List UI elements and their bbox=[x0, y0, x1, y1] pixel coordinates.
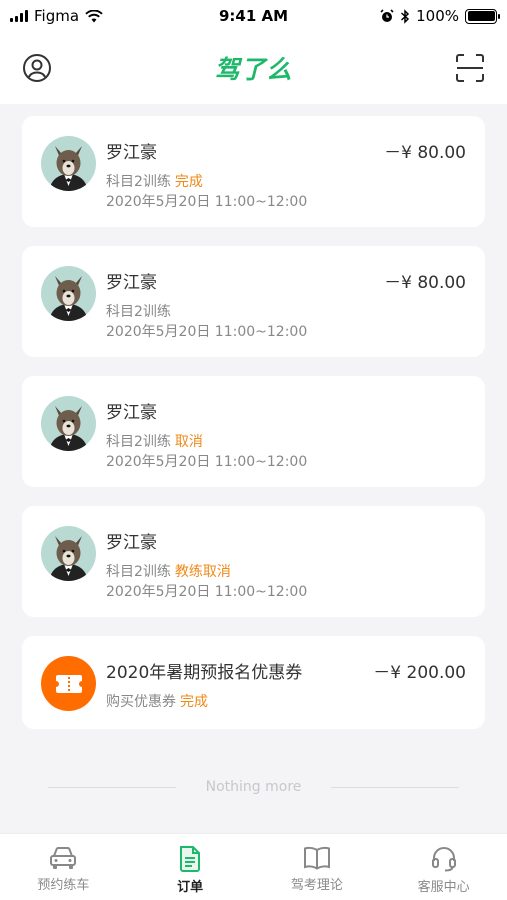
order-time: 2020年5月20日 11:00~12:00 bbox=[106, 584, 308, 600]
nothing-more-text: Nothing more bbox=[205, 779, 302, 795]
order-subject: 科目2训练 bbox=[106, 434, 171, 450]
order-subject: 科目2训练 bbox=[106, 174, 171, 190]
order-status: 取消 bbox=[174, 434, 203, 450]
status-right: 100% bbox=[380, 7, 500, 25]
wolf-avatar-icon bbox=[49, 276, 88, 321]
status-left: Figma bbox=[10, 7, 103, 25]
battery-percent: 100% bbox=[416, 7, 459, 25]
tab-label: 客服中心 bbox=[417, 880, 470, 895]
wolf-avatar-icon bbox=[49, 146, 88, 191]
battery-icon bbox=[465, 8, 500, 24]
alarm-icon bbox=[380, 9, 394, 22]
tab-label: 预约练车 bbox=[37, 878, 90, 893]
order-status: 教练取消 bbox=[174, 564, 231, 580]
avatar bbox=[41, 266, 96, 321]
order-card[interactable]: 罗江豪 －¥ 80.00 科目2训练 完成 2020年5月20日 11:00~12… bbox=[22, 116, 485, 227]
order-list: 罗江豪 －¥ 80.00 科目2训练 完成 2020年5月20日 11:00~12… bbox=[22, 116, 485, 748]
profile-button[interactable] bbox=[22, 53, 52, 83]
tab-label: 驾考理论 bbox=[290, 878, 343, 893]
wolf-avatar-icon bbox=[49, 406, 88, 451]
order-subject: 科目2训练 bbox=[106, 304, 171, 320]
coupon-status: 完成 bbox=[180, 694, 208, 710]
order-card[interactable]: 罗江豪 科目2训练 取消 2020年5月20日 11:00~12:00 bbox=[22, 376, 485, 487]
wolf-avatar-icon bbox=[49, 536, 88, 581]
order-time: 2020年5月20日 11:00~12:00 bbox=[106, 194, 308, 210]
order-subject-line: 科目2训练 取消 bbox=[106, 431, 203, 451]
coupon-subject-line: 购买优惠券 完成 bbox=[106, 691, 208, 711]
nothing-more-divider: Nothing more bbox=[48, 776, 459, 798]
coupon-amount: －¥ 200.00 bbox=[373, 663, 466, 683]
coupon-avatar bbox=[41, 656, 96, 711]
order-card[interactable]: 罗江豪 科目2训练 教练取消 2020年5月20日 11:00~12:00 bbox=[22, 506, 485, 617]
book-icon bbox=[303, 846, 330, 870]
tab-service[interactable]: 客服中心 bbox=[380, 834, 507, 900]
order-name: 罗江豪 bbox=[106, 143, 157, 163]
order-name: 罗江豪 bbox=[106, 273, 157, 293]
carrier-name: Figma bbox=[34, 7, 80, 25]
tab-bar: 预约练车 订单 驾考理论 客服中心 bbox=[0, 833, 507, 900]
tab-orders[interactable]: 订单 bbox=[127, 834, 254, 900]
avatar bbox=[41, 526, 96, 581]
avatar bbox=[41, 396, 96, 451]
order-time: 2020年5月20日 11:00~12:00 bbox=[106, 324, 308, 340]
coupon-subject: 购买优惠券 bbox=[106, 694, 176, 710]
headset-icon bbox=[431, 847, 456, 872]
order-amount: －¥ 80.00 bbox=[384, 143, 466, 163]
order-subject-line: 科目2训练 完成 bbox=[106, 171, 203, 191]
car-icon bbox=[50, 847, 77, 869]
scan-icon bbox=[456, 54, 484, 82]
document-icon bbox=[180, 846, 201, 872]
app-logo: 驾了么 bbox=[214, 55, 293, 84]
bluetooth-icon bbox=[401, 8, 410, 24]
tab-booking[interactable]: 预约练车 bbox=[0, 834, 127, 900]
tab-label: 订单 bbox=[177, 880, 204, 895]
app-header: 驾了么 bbox=[0, 32, 507, 104]
order-card[interactable]: 罗江豪 －¥ 80.00 科目2训练 2020年5月20日 11:00~12:0… bbox=[22, 246, 485, 357]
order-name: 罗江豪 bbox=[106, 403, 157, 423]
coupon-name: 2020年暑期预报名优惠券 bbox=[106, 663, 303, 683]
wifi-icon bbox=[85, 9, 103, 22]
user-icon bbox=[23, 54, 51, 82]
order-status: 完成 bbox=[174, 174, 203, 190]
coupon-card[interactable]: 2020年暑期预报名优惠券 －¥ 200.00 购买优惠券 完成 bbox=[22, 636, 485, 729]
ticket-icon bbox=[55, 674, 82, 693]
order-subject-line: 科目2训练 教练取消 bbox=[106, 561, 231, 581]
avatar bbox=[41, 136, 96, 191]
order-subject: 科目2训练 bbox=[106, 564, 171, 580]
order-name: 罗江豪 bbox=[106, 533, 157, 553]
order-time: 2020年5月20日 11:00~12:00 bbox=[106, 454, 308, 470]
order-amount: －¥ 80.00 bbox=[384, 273, 466, 293]
status-bar: Figma 9:41 AM 100% bbox=[0, 0, 507, 32]
scan-button[interactable] bbox=[455, 53, 485, 83]
tab-theory[interactable]: 驾考理论 bbox=[254, 834, 381, 900]
signal-icon bbox=[10, 10, 28, 22]
order-subject-line: 科目2训练 bbox=[106, 301, 175, 321]
